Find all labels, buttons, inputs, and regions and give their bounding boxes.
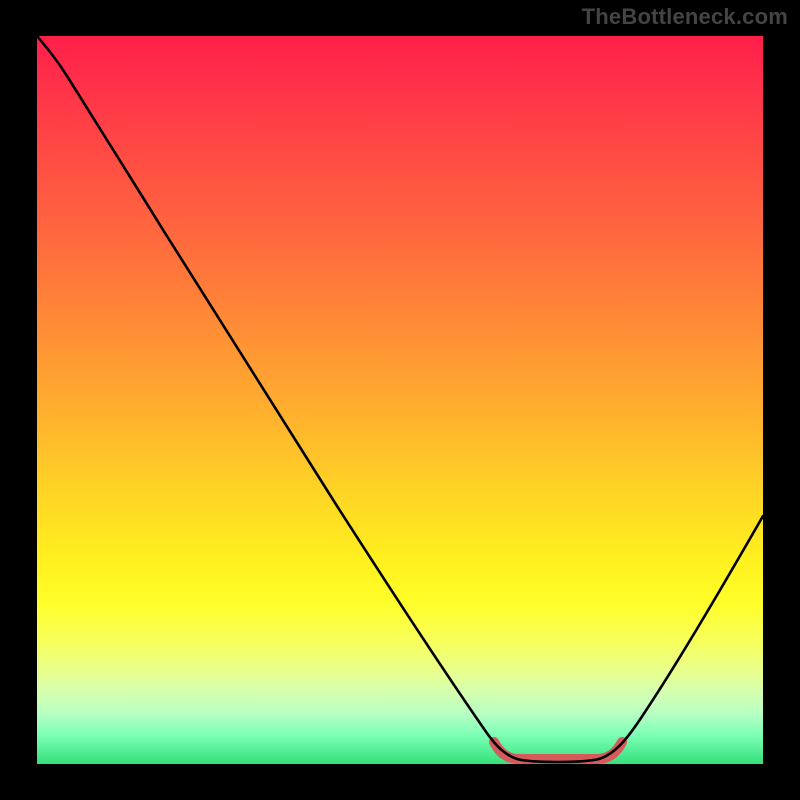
plot-area	[37, 36, 763, 764]
watermark-text: TheBottleneck.com	[582, 4, 788, 30]
chart-frame: TheBottleneck.com	[0, 0, 800, 800]
bottleneck-curve	[37, 36, 763, 764]
bottleneck-curve-path	[37, 36, 763, 762]
